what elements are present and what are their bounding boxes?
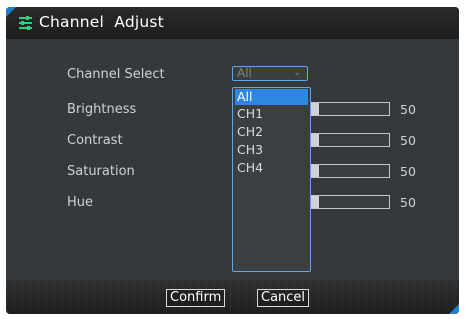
hue-value: 50 (400, 195, 416, 210)
brightness-label: Brightness (67, 102, 137, 117)
channel-option-ch2[interactable]: CH2 (235, 124, 308, 140)
saturation-label: Saturation (67, 164, 135, 179)
confirm-button[interactable]: Confirm (166, 289, 226, 307)
channel-select-dropdown[interactable]: All ⌄ (232, 66, 308, 81)
channel-option-ch4[interactable]: CH4 (235, 160, 308, 176)
contrast-label: Contrast (67, 133, 123, 148)
channel-select-label: Channel Select (67, 67, 165, 82)
contrast-value: 50 (400, 133, 416, 148)
sliders-icon (19, 16, 32, 30)
chevron-down-icon: ⌄ (293, 68, 301, 78)
channel-adjust-window: Channel Adjust Channel Select Brightness… (6, 7, 459, 314)
window-corner-accent (449, 304, 459, 314)
hue-slider[interactable] (308, 195, 390, 209)
saturation-slider[interactable] (308, 164, 390, 178)
footer-bar: Confirm Cancel (6, 280, 459, 314)
hue-label: Hue (67, 195, 94, 210)
brightness-value: 50 (400, 102, 416, 117)
saturation-value: 50 (400, 164, 416, 179)
channel-select-value: All (237, 66, 252, 80)
window-title: Channel Adjust (39, 13, 164, 31)
channel-option-all[interactable]: All (235, 89, 308, 105)
channel-option-ch3[interactable]: CH3 (235, 142, 308, 158)
brightness-slider[interactable] (308, 102, 390, 116)
contrast-slider[interactable] (308, 133, 390, 147)
channel-options-list[interactable]: All CH1 CH2 CH3 CH4 (232, 87, 311, 272)
title-bar: Channel Adjust (6, 7, 459, 39)
channel-option-ch1[interactable]: CH1 (235, 106, 308, 122)
cancel-button[interactable]: Cancel (257, 289, 310, 307)
window-corner-accent (6, 7, 16, 17)
